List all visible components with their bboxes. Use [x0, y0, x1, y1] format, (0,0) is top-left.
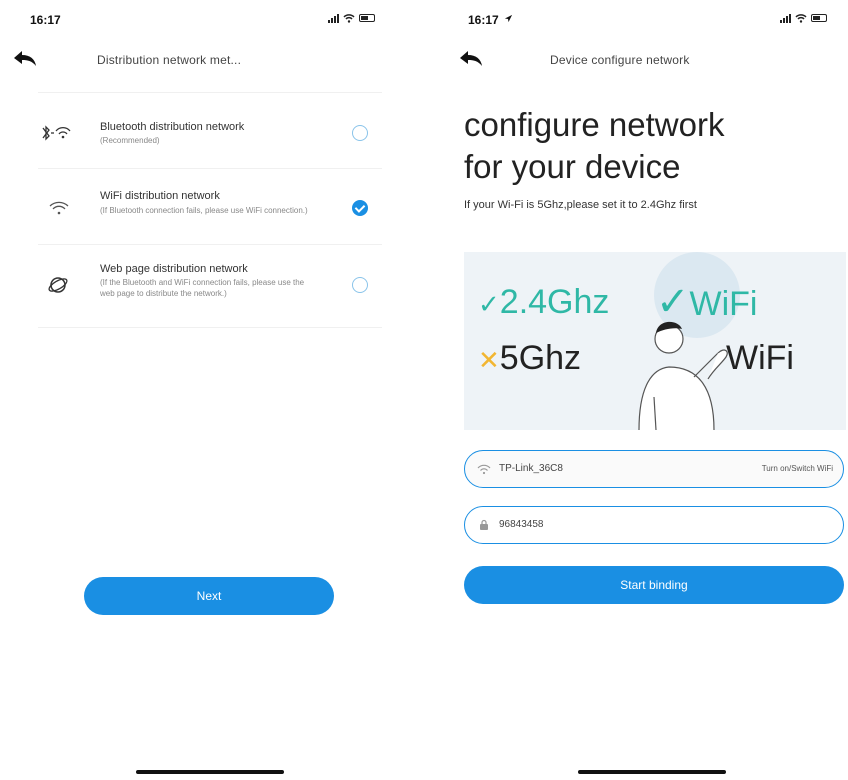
- wifi-status-icon: [343, 14, 355, 23]
- distribution-method-screen: 16:17 Distribution network met... Blueto…: [0, 0, 424, 780]
- home-indicator: [136, 770, 284, 774]
- status-bar: 16:17: [424, 10, 848, 30]
- bad-band-row: ✕5Ghz: [478, 338, 581, 380]
- status-icons: [328, 13, 375, 23]
- status-time: 16:17: [468, 13, 499, 27]
- back-arrow-icon[interactable]: [456, 48, 486, 72]
- password-field[interactable]: 96843458: [464, 506, 844, 544]
- cross-icon: ✕: [478, 345, 500, 375]
- method-bluetooth[interactable]: Bluetooth distribution network (Recommen…: [38, 92, 382, 168]
- home-indicator: [578, 770, 726, 774]
- radio-bluetooth[interactable]: [352, 125, 368, 141]
- wifi-name-value: TP-Link_36C8: [499, 463, 563, 474]
- good-band-label: 2.4Ghz: [499, 283, 610, 321]
- status-icons: [780, 13, 827, 23]
- hero-title: configure network for your device: [464, 104, 724, 188]
- method-desc: (If the Bluetooth and WiFi connection fa…: [100, 278, 305, 298]
- next-button[interactable]: Next: [84, 577, 334, 615]
- page-title: Device configure network: [550, 53, 690, 67]
- wifi-band-illustration: ✓2.4Ghz ✓WiFi ✕5Ghz WiFi: [464, 252, 846, 430]
- signal-icon: [780, 13, 791, 23]
- hero-title-line2: for your device: [464, 148, 681, 185]
- status-time: 16:17: [30, 13, 61, 27]
- method-title: Bluetooth distribution network: [100, 121, 245, 133]
- page-title: Distribution network met...: [97, 53, 242, 67]
- password-value: 96843458: [499, 519, 544, 530]
- hero-subtitle: If your Wi-Fi is 5Ghz,please set it to 2…: [464, 199, 697, 211]
- wifi-status-icon: [795, 14, 807, 23]
- start-binding-button[interactable]: Start binding: [464, 566, 844, 604]
- bluetooth-wifi-icon: [42, 125, 71, 141]
- location-arrow-icon: [504, 14, 513, 23]
- lock-icon: [480, 519, 488, 530]
- switch-wifi-link[interactable]: Turn on/Switch WiFi: [762, 464, 833, 473]
- globe-icon: [48, 277, 68, 293]
- good-wifi-label: WiFi: [689, 285, 758, 323]
- radio-web-page[interactable]: [352, 277, 368, 293]
- device-configure-screen: 16:17 Device configure network configure…: [424, 0, 848, 780]
- bad-wifi-label: WiFi: [726, 339, 794, 377]
- good-wifi-row: ✓WiFi: [656, 282, 757, 324]
- radio-wifi-selected[interactable]: [352, 200, 368, 216]
- back-arrow-icon[interactable]: [10, 48, 40, 72]
- battery-icon: [811, 14, 827, 22]
- method-title: WiFi distribution network: [100, 190, 220, 202]
- bad-band-label: 5Ghz: [499, 339, 582, 377]
- check-icon: ✓: [478, 289, 500, 319]
- nav-bar: Distribution network met...: [0, 48, 424, 72]
- method-desc: (If Bluetooth connection fails, please u…: [100, 206, 308, 215]
- wifi-field-icon: [477, 464, 491, 475]
- wifi-name-field[interactable]: TP-Link_36C8 Turn on/Switch WiFi: [464, 450, 844, 488]
- method-list: Bluetooth distribution network (Recommen…: [38, 92, 382, 328]
- good-band-row: ✓2.4Ghz: [478, 282, 609, 324]
- nav-bar: Device configure network: [424, 48, 848, 72]
- method-title: Web page distribution network: [100, 263, 248, 275]
- method-wifi[interactable]: WiFi distribution network (If Bluetooth …: [38, 168, 382, 244]
- big-check-icon: ✓: [656, 280, 690, 324]
- signal-icon: [328, 13, 339, 23]
- method-desc: (Recommended): [100, 136, 160, 145]
- status-bar: 16:17: [0, 10, 424, 30]
- hero-title-line1: configure network: [464, 106, 725, 143]
- battery-icon: [359, 14, 375, 22]
- method-web-page[interactable]: Web page distribution network (If the Bl…: [38, 244, 382, 328]
- wifi-icon: [49, 201, 69, 215]
